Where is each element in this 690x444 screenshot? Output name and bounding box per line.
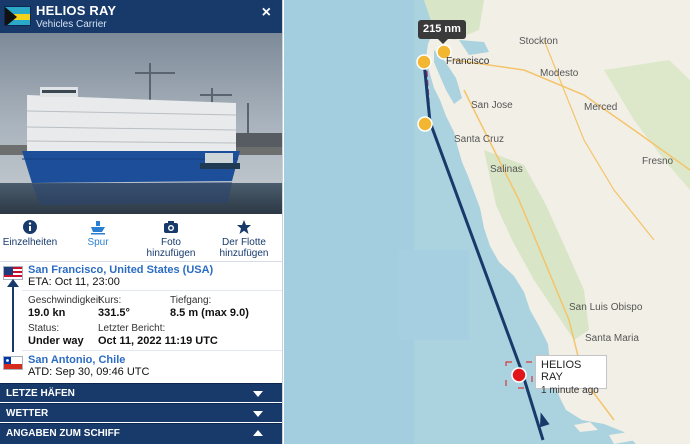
panel-tabs: Einzelheiten Spur Foto hinzufügen Der Fl… <box>0 214 282 262</box>
status-label: Status: <box>28 323 60 334</box>
city-label-modesto: Modesto <box>540 68 579 79</box>
ship-icon <box>91 221 105 235</box>
section-label: ANGABEN ZUM SCHIFF <box>6 428 120 439</box>
speed-value: 19.0 kn <box>28 307 66 319</box>
divider <box>22 290 282 291</box>
city-label-san-jose: San Jose <box>471 100 513 111</box>
section-label: WETTER <box>6 408 49 419</box>
usa-flag-icon <box>3 266 23 280</box>
city-label-merced: Merced <box>584 102 618 113</box>
tab-label: Spur <box>87 237 109 248</box>
ship-type: Vehicles Carrier <box>36 19 107 30</box>
panel-header: HELIOS RAY Vehicles Carrier × <box>0 0 282 33</box>
vessel-info-panel: HELIOS RAY Vehicles Carrier × Einzelheit… <box>0 0 283 444</box>
section-angaben-zum-schiff[interactable]: ANGABEN ZUM SCHIFF <box>0 423 282 444</box>
info-icon <box>23 220 37 234</box>
city-label-salinas: Salinas <box>490 164 523 175</box>
eta-text: ETA: Oct 11, 23:00 <box>28 276 120 288</box>
city-label-stockton: Stockton <box>519 36 558 47</box>
distance-badge: 215 nm <box>418 20 466 44</box>
tab-foto-hinzufuegen[interactable]: Foto hinzufügen <box>140 214 202 262</box>
city-label-san-francisco: Francisco <box>446 56 490 67</box>
ship-tooltip-name: HELIOS RAY <box>541 359 582 383</box>
origin-port-link[interactable]: San Antonio, Chile <box>28 354 125 366</box>
tab-label: Foto hinzufügen <box>146 237 196 259</box>
divider <box>22 350 282 351</box>
bahamas-flag-icon <box>4 6 31 26</box>
city-label-fresno: Fresno <box>642 156 674 167</box>
star-icon <box>237 220 251 234</box>
speed-label: Geschwindigkeit <box>28 295 101 306</box>
tab-label: Der Flotte hinzufügen <box>219 237 269 259</box>
city-label-san-luis-obispo: San Luis Obispo <box>569 302 643 313</box>
tab-einzelheiten[interactable]: Einzelheiten <box>0 214 60 262</box>
section-label: LETZE HÄFEN <box>6 388 75 399</box>
chevron-down-icon <box>253 411 263 417</box>
course-value: 331.5° <box>98 307 130 319</box>
report-label: Letzter Bericht: <box>98 323 166 334</box>
atd-text: ATD: Sep 30, 09:46 UTC <box>28 366 150 378</box>
status-value: Under way <box>28 335 84 347</box>
ship-name: HELIOS RAY <box>36 3 117 18</box>
voyage-track-line <box>12 282 14 352</box>
draught-label: Tiefgang: <box>170 295 212 306</box>
draught-value: 8.5 m (max 9.0) <box>170 307 249 319</box>
section-letze-haefen[interactable]: LETZE HÄFEN <box>0 383 282 402</box>
chile-flag-icon <box>3 356 23 370</box>
chevron-up-icon <box>253 430 263 436</box>
tab-der-flotte-hinzufuegen[interactable]: Der Flotte hinzufügen <box>213 214 275 262</box>
ship-tooltip[interactable]: HELIOS RAY 1 minute ago <box>535 355 607 396</box>
close-button[interactable]: × <box>262 4 271 22</box>
ship-photo <box>0 33 282 214</box>
section-wetter[interactable]: WETTER <box>0 403 282 422</box>
destination-port-link[interactable]: San Francisco, United States (USA) <box>28 264 213 276</box>
course-label: Kurs: <box>98 295 122 306</box>
tab-spur[interactable]: Spur <box>73 214 123 262</box>
tab-label: Einzelheiten <box>2 237 58 248</box>
chevron-down-icon <box>253 391 263 397</box>
map-view[interactable]: Stockton Francisco Modesto San Jose Merc… <box>284 0 690 444</box>
camera-icon <box>164 221 178 233</box>
city-label-santa-cruz: Santa Cruz <box>454 134 505 145</box>
ship-tooltip-time: 1 minute ago <box>541 385 599 396</box>
report-value: Oct 11, 2022 11:19 UTC <box>98 335 218 347</box>
city-label-santa-maria: Santa Maria <box>585 333 639 344</box>
